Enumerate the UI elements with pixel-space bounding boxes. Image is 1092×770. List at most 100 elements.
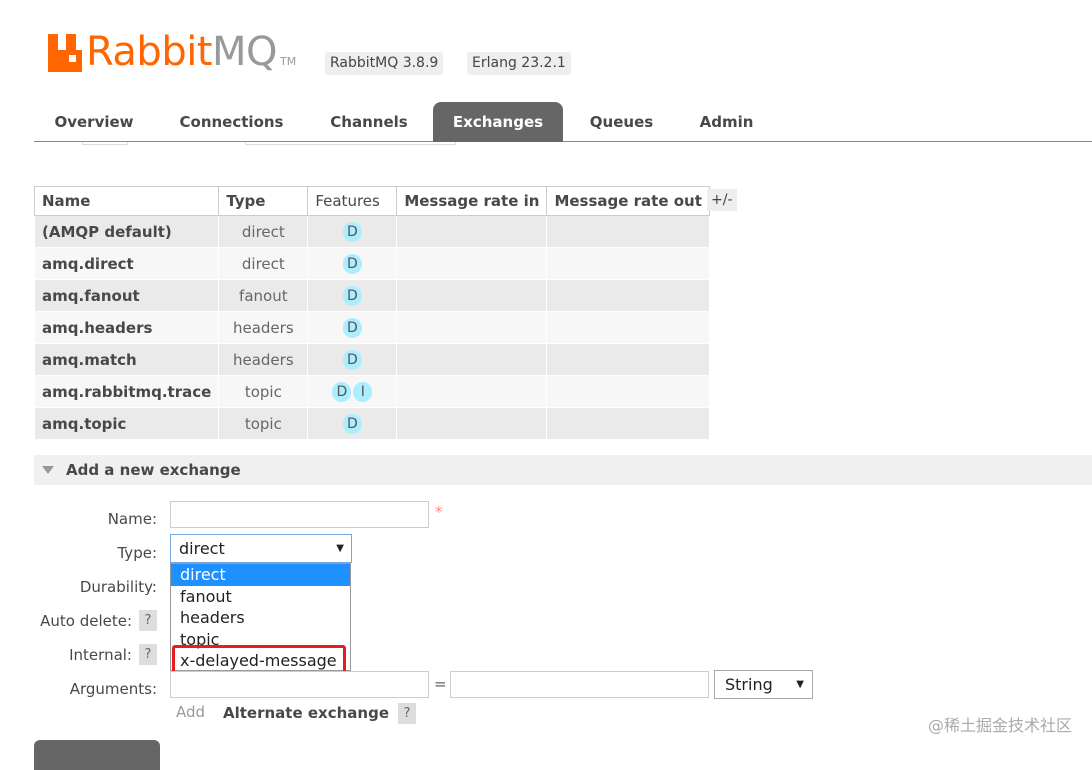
- exchange-type-select[interactable]: direct ▼: [170, 534, 352, 563]
- tab-channels[interactable]: Channels: [314, 102, 424, 142]
- exchange-features: D: [307, 279, 398, 312]
- add-exchange-button[interactable]: [34, 740, 160, 770]
- auto-delete-help-icon[interactable]: ?: [139, 610, 157, 631]
- rabbitmq-version-badge: RabbitMQ 3.8.9: [325, 52, 444, 75]
- exchange-features: D: [307, 247, 398, 280]
- table-row: amq.rabbitmq.trace topic DI: [33, 375, 710, 408]
- arguments-label: Arguments:: [69, 680, 157, 698]
- exchange-name-link[interactable]: amq.fanout: [33, 279, 220, 312]
- erlang-version-badge: Erlang 23.2.1: [467, 52, 571, 75]
- exchange-type: headers: [218, 311, 309, 344]
- add-argument-link[interactable]: Add: [176, 703, 205, 721]
- add-exchange-section-toggle[interactable]: Add a new exchange: [34, 455, 1092, 485]
- watermark-text: @稀土掘金技术社区: [927, 716, 1072, 735]
- collapse-triangle-icon: [42, 466, 54, 474]
- tab-admin[interactable]: Admin: [684, 102, 769, 142]
- rate-in-cell: [396, 407, 548, 440]
- section-title: Add a new exchange: [66, 461, 241, 479]
- exchange-features: D: [307, 215, 398, 248]
- exchange-name-link[interactable]: amq.headers: [33, 311, 220, 344]
- rate-out-cell: [546, 375, 710, 408]
- exchange-name-link[interactable]: amq.rabbitmq.trace: [33, 375, 220, 408]
- rabbitmq-logo: RabbitMQ TM: [48, 28, 296, 72]
- internal-help-icon[interactable]: ?: [139, 644, 157, 665]
- internal-label: Internal:: [69, 646, 132, 664]
- tab-queues[interactable]: Queues: [574, 102, 669, 142]
- column-header-rate-out[interactable]: Message rate out: [546, 186, 710, 216]
- tab-overview[interactable]: Overview: [34, 102, 154, 142]
- table-row: (AMQP default) direct D: [33, 215, 710, 248]
- exchange-features: DI: [307, 375, 398, 408]
- table-row: amq.topic topic D: [33, 407, 710, 440]
- exchange-features: D: [307, 311, 398, 344]
- toggle-columns-button[interactable]: +/-: [707, 189, 737, 211]
- logo-wordmark: RabbitMQ: [86, 29, 278, 75]
- rate-out-cell: [546, 215, 710, 248]
- alternate-exchange-link[interactable]: Alternate exchange: [223, 704, 389, 722]
- exchange-type: topic: [218, 407, 309, 440]
- exchange-type-dropdown: direct fanout headers topic x-delayed-me…: [170, 563, 351, 671]
- durable-badge: D: [332, 381, 352, 402]
- exchange-name-link[interactable]: amq.match: [33, 343, 220, 376]
- durable-badge: D: [342, 349, 362, 370]
- partial-hidden-control: [82, 142, 128, 145]
- exchange-features: D: [307, 343, 398, 376]
- exchange-name-input[interactable]: [170, 501, 429, 528]
- type-option-topic[interactable]: topic: [171, 629, 350, 651]
- table-row: amq.fanout fanout D: [33, 279, 710, 312]
- durable-badge: D: [342, 221, 362, 242]
- durable-badge: D: [342, 285, 362, 306]
- exchange-features: D: [307, 407, 398, 440]
- exchange-type: direct: [218, 247, 309, 280]
- rate-out-cell: [546, 343, 710, 376]
- exchanges-table: Name Type Features Message rate in Messa…: [33, 186, 710, 440]
- durable-badge: D: [342, 413, 362, 434]
- argument-key-input[interactable]: [170, 671, 429, 698]
- type-select-value: direct: [179, 539, 225, 558]
- tab-connections[interactable]: Connections: [169, 102, 294, 142]
- rate-in-cell: [396, 279, 548, 312]
- exchange-name-link[interactable]: (AMQP default): [33, 215, 220, 248]
- rate-in-cell: [396, 343, 548, 376]
- rate-out-cell: [546, 407, 710, 440]
- column-header-rate-in[interactable]: Message rate in: [396, 186, 548, 216]
- name-label: Name:: [107, 510, 157, 528]
- type-option-x-delayed-message[interactable]: x-delayed-message: [171, 650, 350, 672]
- column-header-name[interactable]: Name: [33, 186, 220, 216]
- exchange-type: fanout: [218, 279, 309, 312]
- alternate-exchange-help-icon[interactable]: ?: [398, 703, 416, 724]
- tab-exchanges[interactable]: Exchanges: [433, 102, 563, 142]
- exchange-type: direct: [218, 215, 309, 248]
- durable-badge: D: [342, 253, 362, 274]
- exchange-name-link[interactable]: amq.topic: [33, 407, 220, 440]
- exchange-type: topic: [218, 375, 309, 408]
- main-nav-tabs: Overview Connections Channels Exchanges …: [34, 102, 1092, 142]
- type-option-direct[interactable]: direct: [171, 564, 350, 586]
- auto-delete-label: Auto delete:: [40, 612, 132, 630]
- table-row: amq.match headers D: [33, 343, 710, 376]
- exchange-name-link[interactable]: amq.direct: [33, 247, 220, 280]
- type-option-fanout[interactable]: fanout: [171, 586, 350, 608]
- type-option-headers[interactable]: headers: [171, 607, 350, 629]
- rate-in-cell: [396, 247, 548, 280]
- dropdown-arrow-icon: ▼: [796, 679, 804, 690]
- internal-badge: I: [353, 381, 373, 402]
- rate-in-cell: [396, 215, 548, 248]
- rate-out-cell: [546, 247, 710, 280]
- rate-out-cell: [546, 279, 710, 312]
- rate-in-cell: [396, 311, 548, 344]
- type-label: Type:: [117, 544, 157, 562]
- trademark-label: TM: [280, 55, 297, 68]
- required-asterisk: *: [435, 503, 443, 521]
- argument-type-value: String: [725, 675, 773, 694]
- rate-in-cell: [396, 375, 548, 408]
- table-row: amq.headers headers D: [33, 311, 710, 344]
- argument-value-input[interactable]: [450, 671, 709, 698]
- argument-type-select[interactable]: String ▼: [714, 670, 813, 699]
- table-row: amq.direct direct D: [33, 247, 710, 280]
- column-header-type[interactable]: Type: [218, 186, 309, 216]
- durable-badge: D: [342, 317, 362, 338]
- rate-out-cell: [546, 311, 710, 344]
- partial-hidden-filter: [245, 142, 456, 145]
- rabbit-logo-icon: [48, 34, 82, 72]
